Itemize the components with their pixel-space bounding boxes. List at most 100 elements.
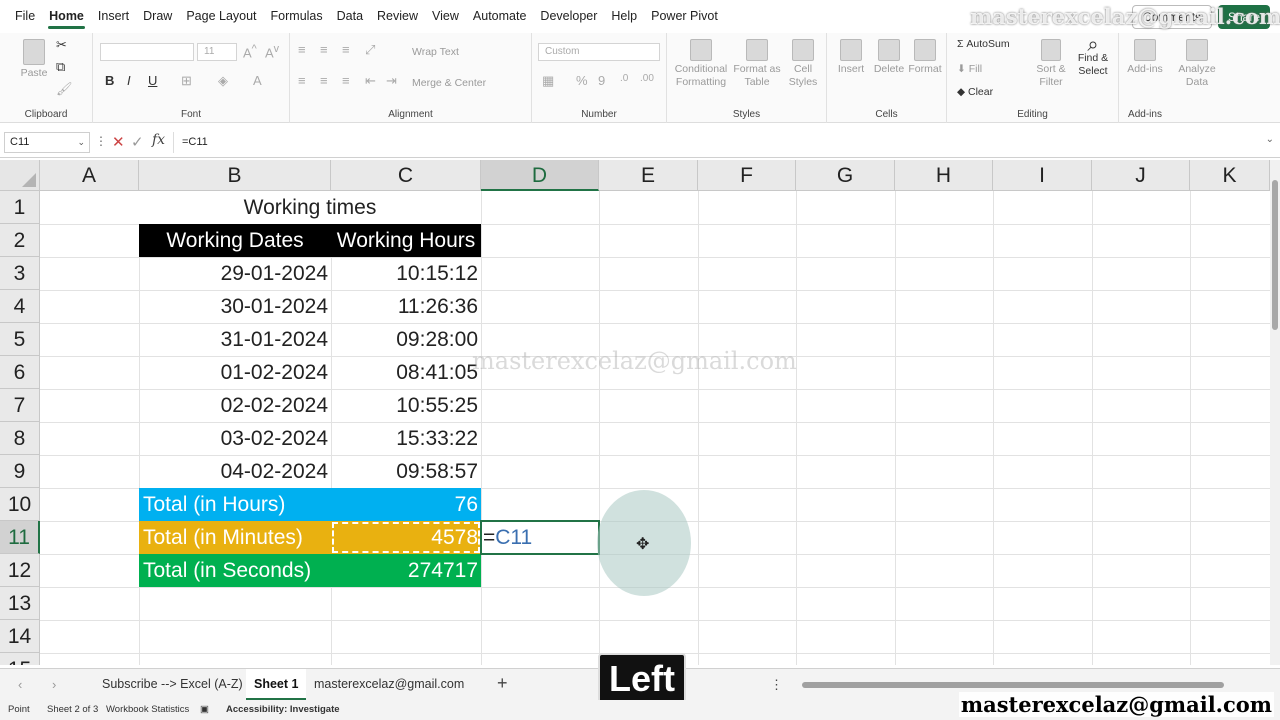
menu-page-layout[interactable]: Page Layout xyxy=(179,0,263,33)
header-working-dates[interactable]: Working Dates xyxy=(139,224,331,257)
conditional-formatting-button[interactable]: Conditional Formatting xyxy=(673,39,729,89)
horizontal-scrollbar[interactable] xyxy=(790,678,1268,692)
cell-styles-button[interactable]: Cell Styles xyxy=(783,39,823,89)
column-header-g[interactable]: G xyxy=(796,160,895,191)
date-cell[interactable]: 30-01-2024 xyxy=(139,290,331,323)
underline-button[interactable]: U xyxy=(148,73,157,88)
paste-button[interactable]: Paste xyxy=(18,39,50,80)
date-cell[interactable]: 03-02-2024 xyxy=(139,422,331,455)
addins-button[interactable]: Add-ins xyxy=(1125,39,1165,76)
tab-subscribe[interactable]: Subscribe --> Excel (A-Z) xyxy=(94,669,251,700)
hours-cell[interactable]: 10:55:25 xyxy=(331,389,481,422)
menu-automate[interactable]: Automate xyxy=(466,0,534,33)
menu-draw[interactable]: Draw xyxy=(136,0,179,33)
accessibility-status[interactable]: Accessibility: Investigate xyxy=(226,704,340,715)
percent-button[interactable]: % xyxy=(576,73,588,88)
sort-filter-button[interactable]: Sort & Filter xyxy=(1033,39,1069,89)
merge-center-button[interactable]: Merge & Center xyxy=(412,77,486,90)
add-sheet-icon[interactable]: + xyxy=(497,673,508,694)
number-format-select[interactable]: Custom xyxy=(538,43,660,61)
bottom-align-icon[interactable]: ≡ xyxy=(342,42,350,57)
expand-formula-icon[interactable]: ⌄ xyxy=(1266,134,1274,145)
align-center-icon[interactable]: ≡ xyxy=(320,73,328,88)
decrease-indent-icon[interactable]: ⇤ xyxy=(365,73,376,89)
date-cell[interactable]: 31-01-2024 xyxy=(139,323,331,356)
menu-power-pivot[interactable]: Power Pivot xyxy=(644,0,725,33)
column-header-i[interactable]: I xyxy=(993,160,1092,191)
decrease-font-icon[interactable]: Av xyxy=(265,43,279,60)
row-header[interactable]: 7 xyxy=(0,389,40,422)
column-header-d[interactable]: D xyxy=(481,160,599,191)
more-sheets-icon[interactable]: ⋮ xyxy=(770,677,783,693)
row-header[interactable]: 9 xyxy=(0,455,40,488)
tab-email[interactable]: masterexcelaz@gmail.com xyxy=(306,669,472,700)
insert-cells-button[interactable]: Insert xyxy=(833,39,869,76)
menu-developer[interactable]: Developer xyxy=(533,0,604,33)
wrap-text-button[interactable]: Wrap Text xyxy=(412,46,459,59)
hours-cell[interactable]: 09:28:00 xyxy=(331,323,481,356)
menu-data[interactable]: Data xyxy=(330,0,370,33)
menu-view[interactable]: View xyxy=(425,0,466,33)
row-header[interactable]: 5 xyxy=(0,323,40,356)
bold-button[interactable]: B xyxy=(105,73,114,88)
orientation-icon[interactable]: ⤢ xyxy=(365,42,375,58)
font-name-select[interactable] xyxy=(100,43,194,61)
menu-insert[interactable]: Insert xyxy=(91,0,136,33)
horizontal-scroll-thumb[interactable] xyxy=(802,682,1224,688)
format-cells-button[interactable]: Format xyxy=(907,39,943,76)
column-header-c[interactable]: C xyxy=(331,160,481,191)
hours-cell[interactable]: 11:26:36 xyxy=(331,290,481,323)
sheet-title[interactable]: Working times xyxy=(139,191,481,224)
tab-next-icon[interactable]: › xyxy=(52,677,56,692)
increase-font-icon[interactable]: A^ xyxy=(243,43,257,60)
date-cell[interactable]: 02-02-2024 xyxy=(139,389,331,422)
menu-help[interactable]: Help xyxy=(604,0,644,33)
workbook-statistics[interactable]: Workbook Statistics xyxy=(106,704,189,715)
menu-formulas[interactable]: Formulas xyxy=(264,0,330,33)
hours-cell[interactable]: 10:15:12 xyxy=(331,257,481,290)
hours-cell[interactable]: 15:33:22 xyxy=(331,422,481,455)
currency-icon[interactable]: ▦ xyxy=(542,73,554,89)
column-header-j[interactable]: J xyxy=(1092,160,1190,191)
column-header-e[interactable]: E xyxy=(599,160,698,191)
row-header[interactable]: 13 xyxy=(0,587,40,620)
name-box[interactable]: C11 ⌄ xyxy=(4,132,90,153)
column-header-k[interactable]: K xyxy=(1190,160,1270,191)
tab-prev-icon[interactable]: ‹ xyxy=(18,677,22,692)
row-header[interactable]: 1 xyxy=(0,191,40,224)
row-header[interactable]: 14 xyxy=(0,620,40,653)
increase-indent-icon[interactable]: ⇥ xyxy=(386,73,397,89)
total-seconds-label[interactable]: Total (in Seconds) xyxy=(139,554,331,587)
row-header[interactable]: 10 xyxy=(0,488,40,521)
date-cell[interactable]: 04-02-2024 xyxy=(139,455,331,488)
column-header-b[interactable]: B xyxy=(139,160,331,191)
column-header-f[interactable]: F xyxy=(698,160,796,191)
middle-align-icon[interactable]: ≡ xyxy=(320,42,328,57)
cancel-icon[interactable]: ✕ xyxy=(112,133,125,151)
date-cell[interactable]: 01-02-2024 xyxy=(139,356,331,389)
more-options-icon[interactable]: ⋮ xyxy=(95,134,107,148)
total-hours-label[interactable]: Total (in Hours) xyxy=(139,488,331,521)
column-header-h[interactable]: H xyxy=(895,160,993,191)
insert-function-icon[interactable]: fx xyxy=(152,132,165,148)
menu-file[interactable]: File xyxy=(8,0,42,33)
row-header[interactable]: 3 xyxy=(0,257,40,290)
hours-cell[interactable]: 09:58:57 xyxy=(331,455,481,488)
font-color-icon[interactable]: A xyxy=(253,73,262,88)
column-header-a[interactable]: A xyxy=(40,160,139,191)
header-working-hours[interactable]: Working Hours xyxy=(331,224,481,257)
row-header[interactable]: 11 xyxy=(0,521,40,554)
analyze-data-button[interactable]: Analyze Data xyxy=(1175,39,1219,89)
row-header[interactable]: 2 xyxy=(0,224,40,257)
total-minutes-value[interactable]: 4578 xyxy=(331,521,481,554)
row-header[interactable]: 15 xyxy=(0,653,40,665)
date-cell[interactable]: 29-01-2024 xyxy=(139,257,331,290)
row-header[interactable]: 6 xyxy=(0,356,40,389)
align-left-icon[interactable]: ≡ xyxy=(298,73,306,88)
enter-icon[interactable]: ✓ xyxy=(131,133,144,151)
total-minutes-label[interactable]: Total (in Minutes) xyxy=(139,521,331,554)
total-seconds-value[interactable]: 274717 xyxy=(331,554,481,587)
menu-review[interactable]: Review xyxy=(370,0,425,33)
copy-icon[interactable]: ⧉ xyxy=(56,59,65,75)
vertical-scroll-thumb[interactable] xyxy=(1272,180,1278,330)
